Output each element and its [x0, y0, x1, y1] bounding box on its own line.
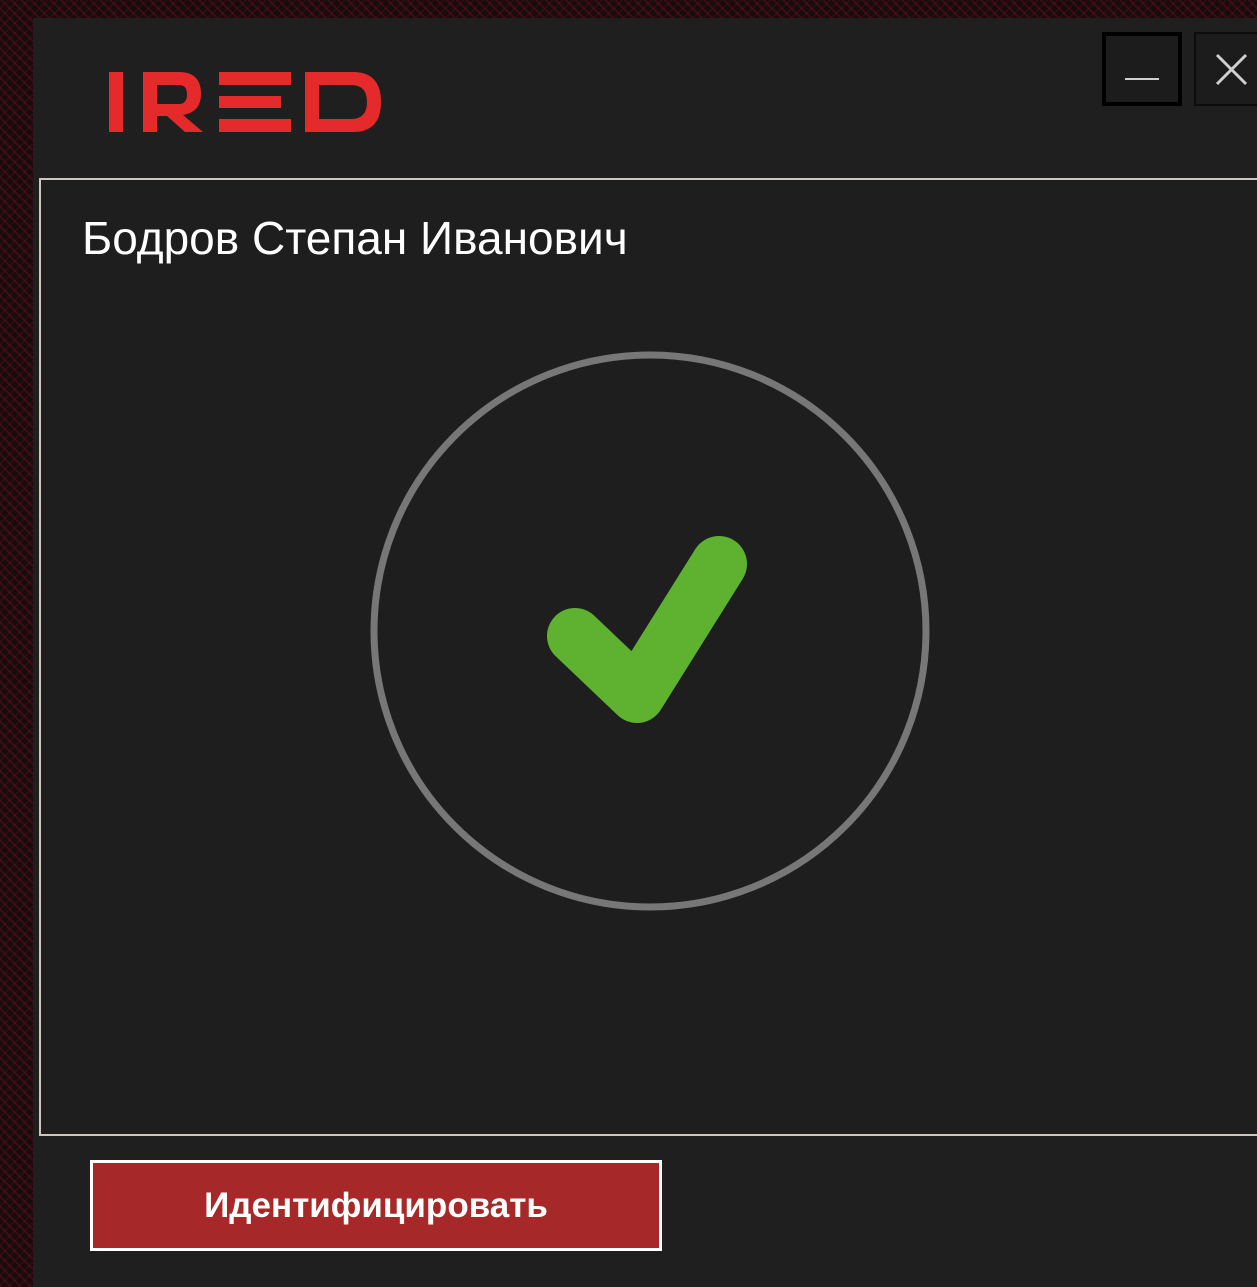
- check-circle-icon: [370, 351, 930, 911]
- title-bar[interactable]: [33, 18, 1257, 162]
- identify-button[interactable]: Идентифицировать: [90, 1160, 662, 1251]
- ired-logo: [109, 72, 381, 132]
- close-icon: [1215, 53, 1248, 86]
- close-button[interactable]: [1194, 32, 1257, 106]
- minimize-button[interactable]: [1102, 32, 1182, 106]
- footer-bar: Идентифицировать: [33, 1136, 1257, 1287]
- minimize-icon: [1125, 78, 1159, 80]
- user-name: Бодров Степан Иванович: [82, 212, 628, 264]
- result-panel: Бодров Степан Иванович: [39, 178, 1257, 1136]
- app-window: Бодров Степан Иванович Идентифицировать: [33, 18, 1257, 1287]
